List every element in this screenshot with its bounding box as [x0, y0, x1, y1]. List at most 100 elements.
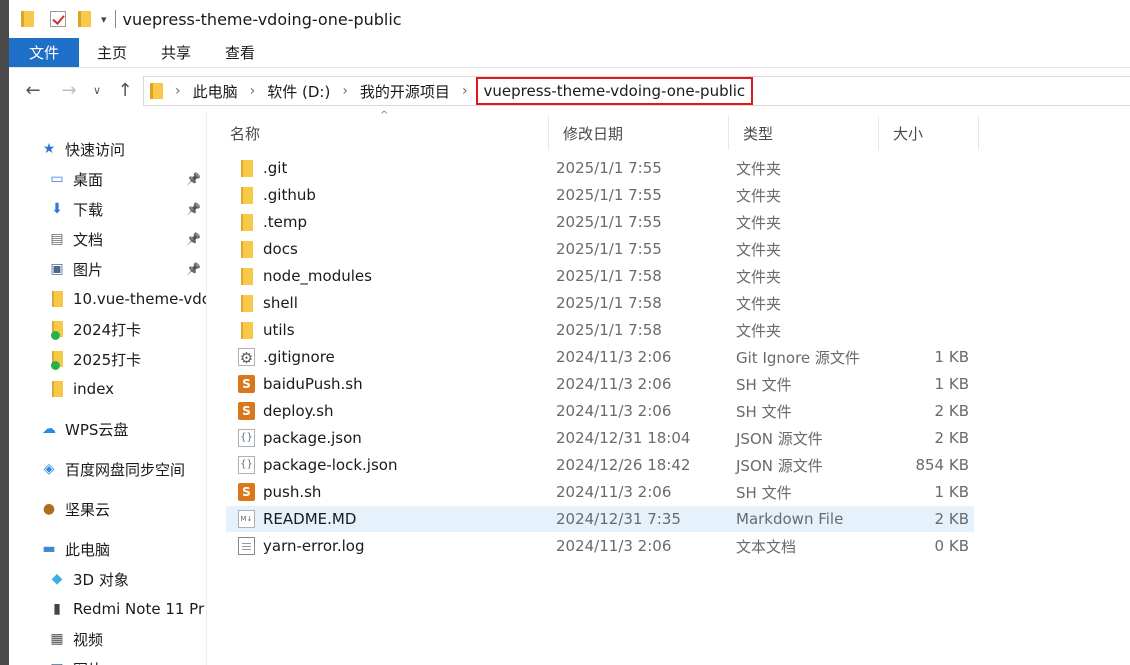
- column-header-name[interactable]: 名称: [216, 116, 549, 150]
- file-date: 2024/12/31 18:04: [556, 429, 691, 447]
- file-name-cell: yarn-error.log: [238, 533, 364, 559]
- column-header-size[interactable]: 大小: [879, 116, 979, 150]
- properties-check-icon[interactable]: [50, 11, 66, 27]
- window-edge: [0, 0, 9, 665]
- nav-item[interactable]: 10.vue-theme-vdc: [9, 284, 206, 314]
- file-size: 2 KB: [934, 402, 969, 420]
- picture-icon: ▣: [47, 660, 67, 665]
- pin-icon[interactable]: 📌: [186, 172, 201, 186]
- file-type: 文件夹: [736, 159, 782, 178]
- tab-share[interactable]: 共享: [144, 38, 208, 67]
- recent-locations-chevron-icon[interactable]: ∨: [87, 84, 107, 97]
- file-name: .git: [263, 159, 288, 177]
- breadcrumb-separator[interactable]: ›: [462, 83, 468, 99]
- nav-item[interactable]: ▬ 此电脑: [9, 534, 206, 564]
- file-row[interactable]: utils 2025/1/1 7:58 文件夹: [226, 317, 974, 343]
- file-name-cell: Spush.sh: [238, 479, 321, 505]
- file-row[interactable]: Spush.sh 2024/11/3 2:06 SH 文件 1 KB: [226, 479, 974, 505]
- column-header-type[interactable]: 类型: [729, 116, 879, 150]
- pin-icon[interactable]: 📌: [186, 232, 201, 246]
- nav-item[interactable]: index: [9, 374, 206, 404]
- breadcrumb-separator[interactable]: ›: [250, 83, 256, 99]
- column-header-date[interactable]: 修改日期: [549, 116, 729, 150]
- customize-quick-access-chevron-icon[interactable]: ▾: [101, 13, 107, 26]
- file-size: [886, 155, 969, 181]
- file-row[interactable]: SbaiduPush.sh 2024/11/3 2:06 SH 文件 1 KB: [226, 371, 974, 397]
- nav-item-label: 文档: [73, 230, 104, 249]
- file-size: 854 KB: [915, 456, 969, 474]
- breadcrumb-separator[interactable]: ›: [342, 83, 348, 99]
- nav-item[interactable]: ▤ 文档 📌: [9, 224, 206, 254]
- file-name-cell: {} package-lock.json: [238, 452, 397, 478]
- nav-item-label: 百度网盘同步空间: [65, 460, 186, 479]
- forward-arrow-icon[interactable]: →: [51, 80, 87, 101]
- tab-home[interactable]: 主页: [80, 38, 144, 67]
- nav-item[interactable]: ▮ Redmi Note 11 Pr: [9, 594, 206, 624]
- file-name: .gitignore: [263, 348, 335, 366]
- folder-synced-icon: [47, 350, 67, 370]
- desktop-icon: ▭: [50, 171, 64, 187]
- file-date: 2025/1/1 7:55: [556, 159, 662, 177]
- nav-item[interactable]: ★ 快速访问: [9, 134, 206, 164]
- file-row[interactable]: Sdeploy.sh 2024/11/3 2:06 SH 文件 2 KB: [226, 398, 974, 424]
- nav-item[interactable]: ◈ 百度网盘同步空间: [9, 454, 206, 484]
- file-name: .temp: [263, 213, 308, 231]
- nav-item[interactable]: ◆ 3D 对象: [9, 564, 206, 594]
- breadcrumb-open-source-projects[interactable]: 我的开源项目: [360, 81, 450, 102]
- file-name-cell: M↓ README.MD: [238, 506, 356, 532]
- file-row[interactable]: docs 2025/1/1 7:55 文件夹: [226, 236, 974, 262]
- nav-item[interactable]: ⬇ 下载 📌: [9, 194, 206, 224]
- nav-item-label: 2024打卡: [73, 320, 142, 339]
- nav-item[interactable]: ▦ 视频: [9, 624, 206, 654]
- file-row[interactable]: .git 2025/1/1 7:55 文件夹: [226, 155, 974, 181]
- breadcrumb-current-folder[interactable]: vuepress-theme-vdoing-one-public: [475, 77, 754, 105]
- nav-item[interactable]: ☁ WPS云盘: [9, 414, 206, 444]
- nav-item-label: 2025打卡: [73, 350, 142, 369]
- file-name: node_modules: [263, 267, 372, 285]
- pin-icon[interactable]: 📌: [186, 262, 201, 276]
- file-type: 文件夹: [736, 240, 782, 259]
- file-date: 2025/1/1 7:58: [556, 294, 662, 312]
- nav-item[interactable]: ▣ 图片: [9, 654, 206, 665]
- pin-icon[interactable]: 📌: [186, 202, 201, 216]
- file-row[interactable]: .github 2025/1/1 7:55 文件夹: [226, 182, 974, 208]
- nav-item[interactable]: ▣ 图片 📌: [9, 254, 206, 284]
- nav-item[interactable]: ▭ 桌面 📌: [9, 164, 206, 194]
- breadcrumb-drive-d[interactable]: 软件 (D:): [267, 81, 330, 102]
- breadcrumb-separator[interactable]: ›: [175, 83, 181, 99]
- file-row[interactable]: ⚙ .gitignore 2024/11/3 2:06 Git Ignore 源文件 1…: [226, 344, 974, 370]
- file-row[interactable]: {} package.json 2024/12/31 18:04 JSON 源文件 2 …: [226, 425, 974, 451]
- file-date: 2024/11/3 2:06: [556, 348, 672, 366]
- nav-item[interactable]: 2024打卡: [9, 314, 206, 344]
- title-divider: [114, 10, 116, 28]
- file-row[interactable]: M↓ README.MD 2024/12/31 7:35 Markdown File 2…: [226, 506, 974, 532]
- file-name-cell: Sdeploy.sh: [238, 398, 333, 424]
- shell-script-icon: S: [238, 375, 255, 393]
- file-date: 2024/12/31 7:35: [556, 510, 681, 528]
- folder-icon: [241, 186, 253, 204]
- file-row[interactable]: yarn-error.log 2024/11/3 2:06 文本文档 0 KB: [226, 533, 974, 559]
- new-folder-icon[interactable]: [78, 11, 91, 27]
- nav-item-label: 坚果云: [65, 500, 111, 519]
- file-row[interactable]: {} package-lock.json 2024/12/26 18:42 JSON …: [226, 452, 974, 478]
- file-row[interactable]: .temp 2025/1/1 7:55 文件夹: [226, 209, 974, 235]
- up-arrow-icon[interactable]: ↑: [107, 80, 143, 101]
- back-arrow-icon[interactable]: ←: [15, 80, 51, 101]
- file-row[interactable]: node_modules 2025/1/1 7:58 文件夹: [226, 263, 974, 289]
- nav-item[interactable]: ● 坚果云: [9, 494, 206, 524]
- tab-file[interactable]: 文件: [9, 38, 79, 67]
- folder-icon: [241, 213, 253, 231]
- address-bar[interactable]: › 此电脑 › 软件 (D:) › 我的开源项目 › vuepress-them…: [143, 76, 1130, 106]
- file-name-cell: utils: [238, 317, 295, 343]
- breadcrumb-this-pc[interactable]: 此电脑: [193, 81, 238, 102]
- nav-item[interactable]: 2025打卡: [9, 344, 206, 374]
- folder-icon: [150, 83, 163, 99]
- file-row[interactable]: shell 2025/1/1 7:58 文件夹: [226, 290, 974, 316]
- folder-icon: [47, 290, 67, 308]
- nav-item-label: 桌面: [73, 170, 104, 189]
- nav-item-label: Redmi Note 11 Pr: [73, 600, 205, 618]
- tab-view[interactable]: 查看: [208, 38, 272, 67]
- file-name: docs: [263, 240, 298, 258]
- json-file-icon: {}: [238, 429, 255, 447]
- file-name-cell: .temp: [238, 209, 307, 235]
